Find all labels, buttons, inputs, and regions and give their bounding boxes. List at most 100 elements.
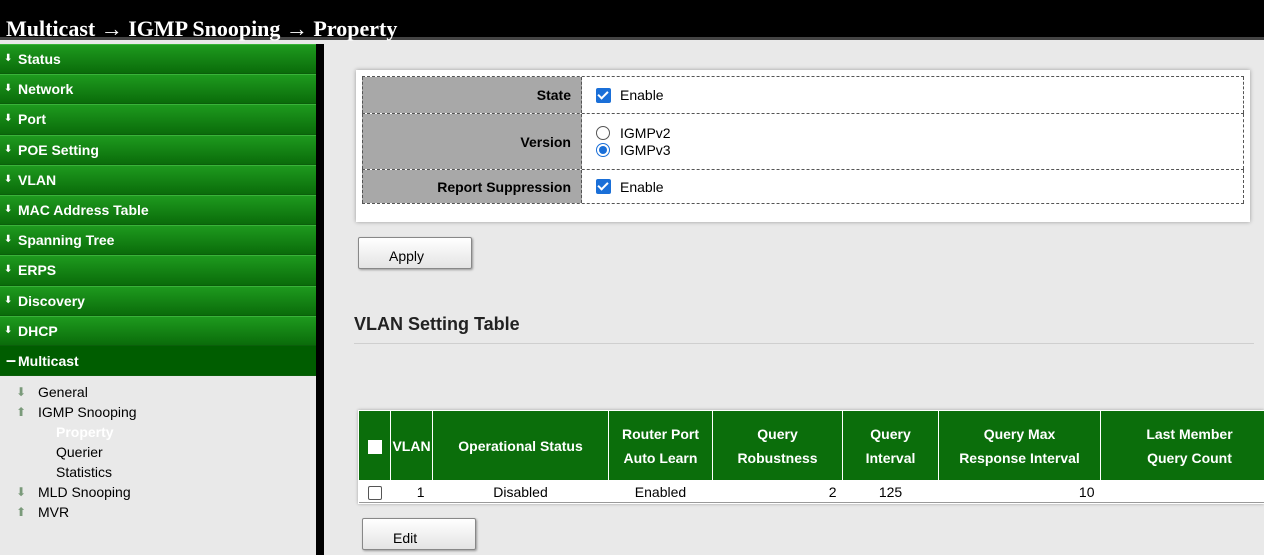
- multicast-submenu: ⬇ General ⬆ IGMP Snooping Property Querier…: [0, 376, 316, 522]
- chevron-down-icon: ⬇: [4, 143, 13, 155]
- igmpv3-radio[interactable]: [596, 143, 610, 157]
- cell-router-port-auto-learn: Enabled: [608, 480, 713, 503]
- chevron-down-icon: ⬇: [4, 294, 13, 306]
- chevron-down-icon: ⬇: [4, 203, 13, 215]
- header-line: Query: [870, 425, 911, 442]
- version-label: Version: [362, 114, 582, 169]
- chevron-down-icon: ⬇: [4, 234, 13, 246]
- cell-query-robustness: 2: [712, 480, 843, 503]
- cell-last-member-query: [1100, 480, 1264, 503]
- sidebar-divider: [316, 44, 324, 555]
- header-line: Last Member: [1146, 425, 1233, 442]
- collapse-icon: –: [6, 349, 17, 370]
- chevron-down-icon: ⬇: [4, 264, 13, 276]
- sidebar-subitem-label: IGMP Snooping: [38, 404, 137, 421]
- version-option-igmpv2[interactable]: IGMPv2: [596, 125, 1243, 142]
- sidebar-subitem-label: MLD Snooping: [38, 484, 131, 501]
- main-content: State Enable Version IGMPv2 IGMPv3 Repor…: [324, 44, 1264, 555]
- chevron-down-icon: ⬇: [4, 53, 13, 64]
- header-line: Query Count: [1147, 449, 1232, 466]
- row-select-cell[interactable]: [358, 480, 391, 503]
- chevron-down-icon: ⬇: [16, 385, 27, 400]
- row-select-checkbox[interactable]: [367, 485, 382, 500]
- header-line: Router Port: [622, 425, 699, 442]
- sidebar-item-spanning-tree[interactable]: ⬇ Spanning Tree: [0, 225, 316, 256]
- header-line: Robustness: [737, 449, 818, 466]
- column-header-operational-status: Operational Status: [432, 410, 609, 481]
- property-form: State Enable Version IGMPv2 IGMPv3 Repor…: [356, 70, 1250, 222]
- sidebar-item-poe-setting[interactable]: ⬇ POE Setting: [0, 134, 316, 165]
- state-enable-option[interactable]: Enable: [596, 87, 1243, 104]
- state-row: State Enable: [362, 76, 1244, 114]
- sidebar: ⬇ Status ⬇ Network ⬇ Port ⬇ POE Setting ⬇ VLA…: [0, 44, 316, 555]
- sidebar-item-label: Discovery: [18, 292, 85, 309]
- sidebar-item-label: MAC Address Table: [18, 201, 149, 218]
- sidebar-item-vlan[interactable]: ⬇ VLAN: [0, 164, 316, 195]
- cell-query-max-response: 10: [938, 480, 1101, 503]
- vlan-setting-table-title: VLAN Setting Table: [354, 314, 520, 334]
- sidebar-subitem-querier[interactable]: Querier: [0, 442, 316, 462]
- report-suppression-label: Report Suppression: [362, 170, 582, 203]
- table-row[interactable]: 1 Disabled Enabled 2 125 10: [358, 480, 1264, 503]
- sidebar-item-multicast[interactable]: – Multicast: [0, 345, 316, 377]
- chevron-up-icon: ⬆: [16, 505, 27, 520]
- sidebar-item-discovery[interactable]: ⬇ Discovery: [0, 285, 316, 316]
- header-line: Auto Learn: [623, 449, 698, 466]
- section-divider: [354, 343, 1254, 344]
- state-enable-checkbox[interactable]: [596, 87, 611, 103]
- report-suppression-value: Enable: [582, 170, 1244, 203]
- version-option-igmpv3[interactable]: IGMPv3: [596, 142, 1243, 159]
- sidebar-item-dhcp[interactable]: ⬇ DHCP: [0, 315, 316, 346]
- select-all-header[interactable]: [358, 410, 391, 481]
- sidebar-subitem-igmp-snooping[interactable]: ⬆ IGMP Snooping: [0, 402, 316, 422]
- sidebar-subitem-mld-snooping[interactable]: ⬇ MLD Snooping: [0, 482, 316, 502]
- version-value: IGMPv2 IGMPv3: [582, 114, 1244, 169]
- sidebar-subitem-general[interactable]: ⬇ General: [0, 382, 316, 402]
- sidebar-item-status[interactable]: ⬇ Status: [0, 44, 316, 75]
- cell-vlan: 1: [390, 480, 433, 503]
- sidebar-item-erps[interactable]: ⬇ ERPS: [0, 255, 316, 286]
- state-enable-label: Enable: [620, 87, 664, 103]
- chevron-down-icon: ⬇: [4, 324, 13, 336]
- edit-button[interactable]: Edit: [362, 518, 476, 550]
- sidebar-item-network[interactable]: ⬇ Network: [0, 74, 316, 105]
- table-header-row: VLAN Operational Status Router Port Auto …: [358, 410, 1264, 481]
- header-line: Query Max: [983, 425, 1056, 442]
- report-enable-option[interactable]: Enable: [596, 178, 1243, 195]
- chevron-down-icon: ⬇: [4, 173, 13, 185]
- cell-operational-status: Disabled: [432, 480, 609, 503]
- header-line: Response Interval: [959, 449, 1080, 466]
- sidebar-item-label: VLAN: [18, 171, 57, 188]
- sidebar-item-mac-address-table[interactable]: ⬇ MAC Address Table: [0, 194, 316, 226]
- column-header-query-robustness: Query Robustness: [712, 410, 843, 481]
- sidebar-item-label: DHCP: [18, 322, 58, 339]
- sidebar-item-label: ERPS: [18, 262, 57, 279]
- sidebar-item-label: Status: [18, 51, 61, 67]
- vlan-setting-table: VLAN Operational Status Router Port Auto …: [358, 410, 1264, 504]
- sidebar-subitem-label: MVR: [38, 504, 70, 521]
- page-header: Multicast → IGMP Snooping → Property: [0, 0, 1264, 41]
- report-enable-checkbox[interactable]: [596, 179, 611, 194]
- igmpv2-radio[interactable]: [596, 126, 610, 140]
- chevron-up-icon: ⬆: [16, 405, 27, 420]
- sidebar-subitem-statistics[interactable]: Statistics: [0, 462, 316, 482]
- apply-button[interactable]: Apply: [358, 237, 472, 269]
- chevron-down-icon: ⬇: [4, 83, 13, 95]
- sidebar-item-label: POE Setting: [18, 141, 99, 158]
- select-all-checkbox[interactable]: [367, 439, 382, 454]
- igmpv2-label: IGMPv2: [620, 125, 671, 141]
- column-header-last-member-query: Last Member Query Count: [1100, 410, 1264, 481]
- sidebar-subitem-mvr[interactable]: ⬆ MVR: [0, 502, 316, 522]
- chevron-down-icon: ⬇: [4, 113, 13, 125]
- sidebar-item-port[interactable]: ⬇ Port: [0, 104, 316, 135]
- column-header-vlan: VLAN: [390, 410, 433, 481]
- sidebar-subitem-property[interactable]: Property: [0, 422, 316, 442]
- sidebar-item-label: Network: [18, 81, 74, 98]
- sidebar-item-label: Port: [18, 111, 46, 128]
- chevron-down-icon: ⬇: [16, 485, 27, 500]
- sidebar-subitem-label: General: [38, 384, 88, 401]
- igmpv3-label: IGMPv3: [620, 142, 671, 158]
- sidebar-item-label: Spanning Tree: [18, 232, 115, 249]
- sidebar-item-label: Multicast: [18, 352, 79, 369]
- column-header-router-port: Router Port Auto Learn: [608, 410, 713, 481]
